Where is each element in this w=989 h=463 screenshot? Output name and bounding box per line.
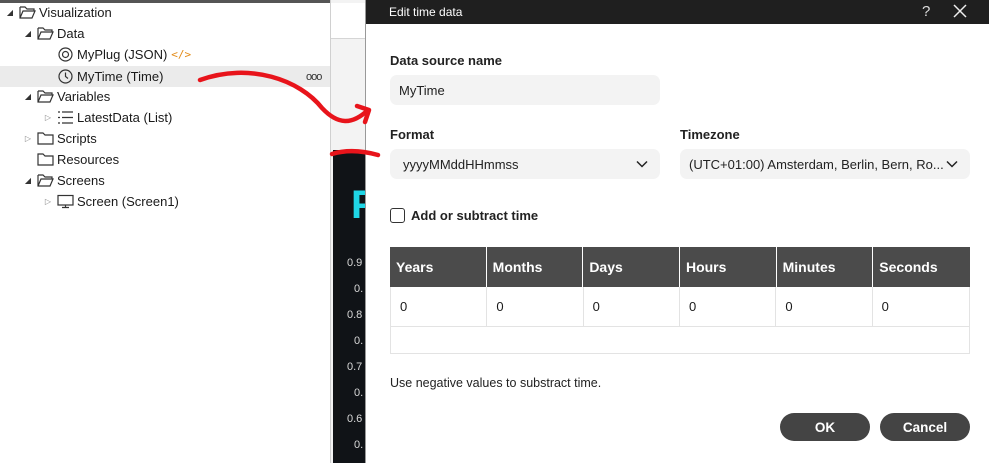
column-header: Years	[390, 247, 487, 287]
dialog-titlebar: Edit time data ?	[366, 0, 989, 24]
axis-tick: 0.9	[347, 257, 363, 269]
tree-item-label: Resources	[57, 152, 120, 167]
collapse-caret-icon[interactable]: ▷	[22, 134, 34, 143]
timezone-select[interactable]: (UTC+01:00) Amsterdam, Berlin, Bern, Ro.…	[680, 149, 970, 179]
folder-icon	[37, 153, 54, 166]
months-cell[interactable]: 0	[487, 287, 584, 326]
cancel-button[interactable]: Cancel	[880, 413, 970, 441]
tree-item-variables[interactable]: ◢ Variables	[22, 86, 110, 107]
axis-tick: 0.	[354, 439, 364, 451]
tree-item-label: Scripts	[57, 131, 97, 146]
format-value: yyyyMMddHHmmss	[403, 156, 519, 172]
expand-caret-icon[interactable]: ◢	[22, 176, 34, 185]
axis-tick: 0.	[354, 283, 364, 295]
hours-cell[interactable]: 0	[680, 287, 777, 326]
add-subtract-toggle[interactable]: Add or subtract time	[390, 208, 538, 223]
axis-tick: 0.8	[347, 309, 363, 321]
table-row: 0 0 0 0 0 0	[390, 287, 970, 327]
tree-item-label: Screens	[57, 173, 105, 188]
tree-item-scripts[interactable]: ▷ Scripts	[22, 128, 97, 149]
column-header: Hours	[680, 247, 777, 287]
column-header: Minutes	[777, 247, 874, 287]
plug-icon	[58, 47, 73, 62]
list-icon	[58, 111, 73, 124]
clock-icon	[58, 69, 73, 84]
days-cell[interactable]: 0	[584, 287, 680, 326]
axis-tick: 0.6	[347, 413, 363, 425]
table-header: Years Months Days Hours Minutes Seconds	[390, 247, 970, 287]
expand-caret-icon[interactable]: ◢	[22, 92, 34, 101]
chevron-down-icon	[946, 160, 958, 168]
tree-item-latestdata[interactable]: ▷ LatestData (List)	[42, 107, 172, 128]
folder-open-icon	[19, 6, 36, 19]
tree-item-label: MyTime (Time)	[77, 69, 164, 84]
tree-item-myplug[interactable]: MyPlug (JSON) </>	[54, 44, 191, 65]
chevron-down-icon	[636, 160, 648, 168]
minutes-cell[interactable]: 0	[776, 287, 873, 326]
canvas-toolbar	[331, 3, 366, 39]
timezone-value: (UTC+01:00) Amsterdam, Berlin, Bern, Ro.…	[689, 156, 944, 172]
selected-row-highlight	[0, 66, 330, 87]
collapse-caret-icon[interactable]: ▷	[42, 197, 54, 206]
tree-item-resources[interactable]: Resources	[34, 149, 119, 170]
expand-caret-icon[interactable]: ◢	[22, 29, 34, 38]
tree-item-label: Screen (Screen1)	[77, 194, 179, 209]
source-name-label: Data source name	[390, 53, 502, 68]
tree-item-label: LatestData (List)	[77, 110, 173, 125]
monitor-icon	[57, 194, 74, 209]
edit-time-dialog: Edit time data ? Data source name MyTime…	[365, 0, 989, 463]
format-label: Format	[390, 127, 435, 142]
tree-item-label: MyPlug (JSON)	[77, 47, 168, 62]
source-name-value: MyTime	[399, 82, 445, 98]
axis-tick: 0.7	[347, 361, 363, 373]
seconds-cell[interactable]: 0	[873, 287, 969, 326]
axis-tick: 0.	[354, 387, 364, 399]
add-subtract-checkbox[interactable]	[390, 208, 405, 223]
timezone-label: Timezone	[680, 127, 740, 142]
tree-item-screens[interactable]: ◢ Screens	[22, 170, 105, 191]
ok-button[interactable]: OK	[780, 413, 870, 441]
table-empty-row	[390, 327, 970, 354]
column-header: Months	[487, 247, 584, 287]
format-select[interactable]: yyyyMMddHHmmss	[390, 149, 660, 179]
tree-item-data[interactable]: ◢ Data	[22, 23, 85, 44]
close-icon[interactable]	[952, 3, 968, 19]
tree-item-label: Visualization	[39, 5, 112, 20]
folder-open-icon	[37, 90, 54, 103]
dialog-title: Edit time data	[389, 5, 463, 19]
tree-item-screen1[interactable]: ▷ Screen (Screen1)	[42, 191, 179, 212]
folder-open-icon	[37, 174, 54, 187]
collapse-caret-icon[interactable]: ▷	[42, 113, 54, 122]
time-offset-table: Years Months Days Hours Minutes Seconds …	[390, 247, 970, 354]
tree-item-label: Variables	[57, 89, 111, 104]
source-name-input[interactable]: MyTime	[390, 75, 660, 105]
axis-tick: 0.	[354, 335, 364, 347]
help-icon[interactable]: ?	[922, 3, 930, 20]
code-tag-icon: </>	[171, 48, 192, 61]
column-header: Days	[583, 247, 680, 287]
tree-item-label: Data	[57, 26, 85, 41]
expand-caret-icon[interactable]: ◢	[4, 8, 16, 17]
hint-text: Use negative values to substract time.	[390, 376, 602, 390]
folder-open-icon	[37, 27, 54, 40]
tree-item-visualization[interactable]: ◢ Visualization	[4, 2, 112, 23]
more-options-icon[interactable]: ooo	[306, 66, 322, 87]
column-header: Seconds	[879, 259, 938, 275]
project-tree: ◢ Visualization ◢ Data MyPlug (JSON) </>…	[0, 0, 330, 463]
add-subtract-label: Add or subtract time	[411, 208, 539, 223]
folder-icon	[37, 132, 54, 145]
years-cell[interactable]: 0	[391, 287, 488, 326]
tree-item-mytime[interactable]: MyTime (Time)	[54, 66, 163, 87]
